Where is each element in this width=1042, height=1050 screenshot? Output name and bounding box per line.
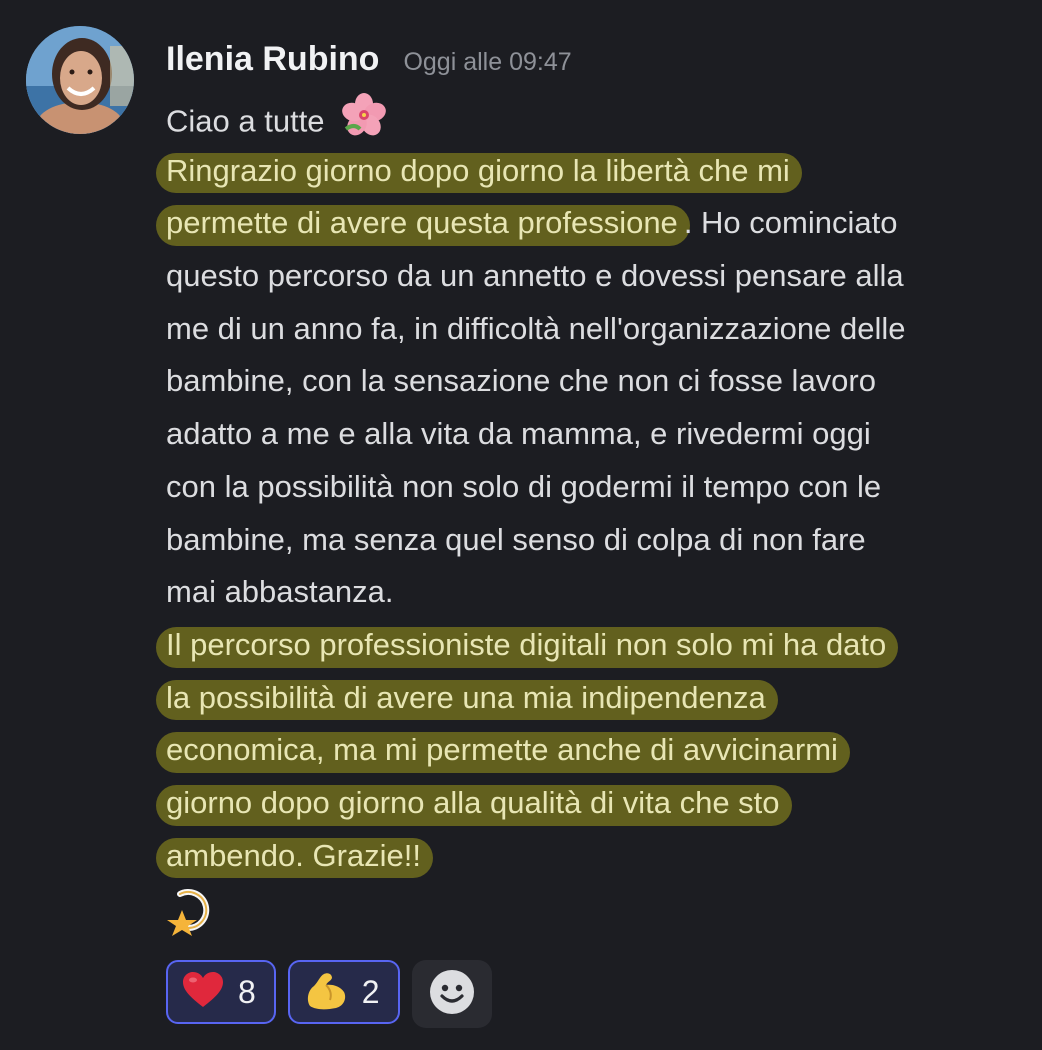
- message-line: Ringrazio giorno dopo giorno la libertà …: [156, 145, 1026, 198]
- message-line: economica, ma mi permette anche di avvic…: [156, 724, 1026, 777]
- message-line: questo percorso da un annetto e dovessi …: [166, 258, 904, 294]
- message-line: adatto a me e alla vita da mamma, e rive…: [166, 416, 871, 452]
- message-body: Ciao a tutte Ringrazio giorno dopo giorn…: [155, 92, 1026, 944]
- reaction-count: 8: [238, 973, 256, 1010]
- add-reaction-button[interactable]: [411, 960, 492, 1028]
- closing-emoji-line: [166, 882, 1026, 944]
- greeting-text: Ciao a tutte: [166, 103, 325, 139]
- highlighted-text: la possibilità di avere una mia indipend…: [156, 672, 778, 725]
- message-line: giorno dopo giorno alla qualità di vita …: [156, 777, 1026, 830]
- message-line: con la possibilità non solo di godermi i…: [166, 468, 882, 504]
- author-name[interactable]: Ilenia Rubino: [166, 40, 379, 79]
- dizzy-star-icon: [166, 882, 222, 959]
- highlighted-text: economica, ma mi permette anche di avvic…: [156, 724, 850, 777]
- message-timestamp: Oggi alle 09:47: [403, 48, 572, 76]
- message-line: bambine, ma senza quel senso di colpa di…: [166, 521, 866, 557]
- smiley-add-icon: [429, 969, 475, 1019]
- greeting-line: Ciao a tutte: [166, 92, 1026, 145]
- reaction-count: 2: [361, 973, 380, 1010]
- reaction-heart[interactable]: 8: [166, 960, 276, 1024]
- message-line: ambendo. Grazie!!: [155, 830, 1026, 883]
- message-line: la possibilità di avere una mia indipend…: [156, 672, 1026, 725]
- message-line: permette di avere questa professione. Ho…: [156, 197, 1026, 250]
- highlighted-text: permette di avere questa professione: [156, 197, 690, 250]
- highlighted-text: ambendo. Grazie!!: [155, 830, 434, 883]
- red-heart-icon: [182, 971, 224, 1013]
- message-header: Ilenia Rubino Oggi alle 09:47: [166, 40, 572, 79]
- avatar[interactable]: [26, 26, 134, 134]
- highlighted-text: giorno dopo giorno alla qualità di vita …: [156, 777, 792, 830]
- message-line: me di un anno fa, in difficoltà nell'org…: [166, 310, 906, 346]
- message-line: mai abbastanza.: [166, 574, 394, 610]
- message-line: bambine, con la sensazione che non ci fo…: [166, 363, 876, 399]
- message-line: Il percorso professioniste digitali non …: [155, 619, 1026, 672]
- reactions-bar: 8 2: [166, 960, 492, 1028]
- highlighted-text: Il percorso professioniste digitali non …: [155, 619, 899, 672]
- highlighted-text: Ringrazio giorno dopo giorno la libertà …: [156, 145, 802, 198]
- reaction-biceps[interactable]: 2: [287, 960, 400, 1024]
- flexed-biceps-icon: [304, 970, 348, 1014]
